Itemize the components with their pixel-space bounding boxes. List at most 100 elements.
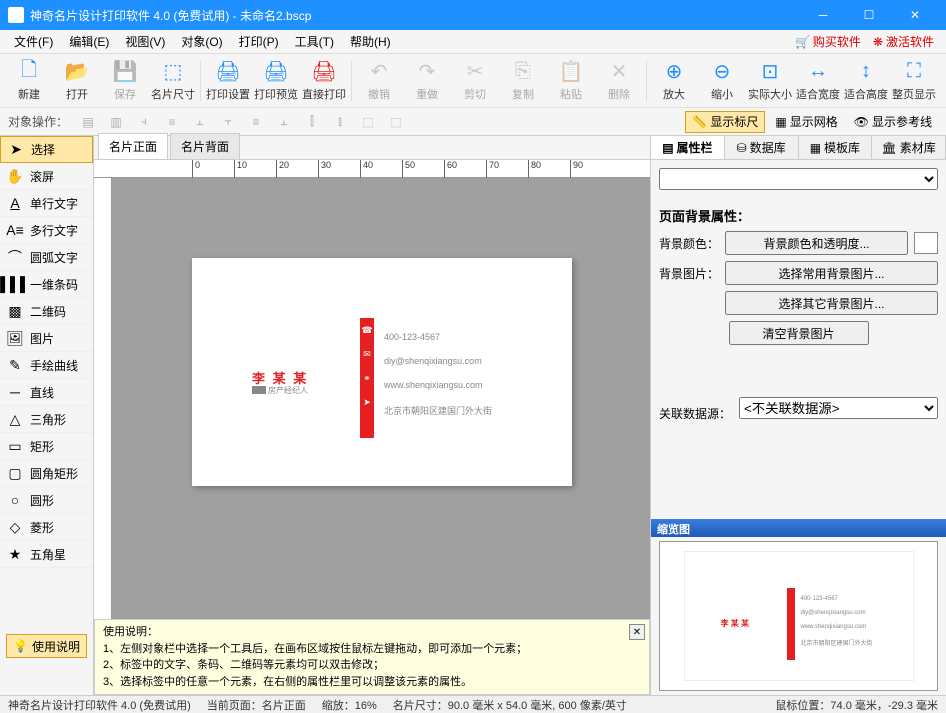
- select-tool[interactable]: ➤选择: [0, 136, 93, 163]
- bgimg-clear-button[interactable]: 清空背景图片: [729, 321, 869, 345]
- zoomin-button[interactable]: ⊕放大: [651, 57, 697, 105]
- redo-icon: ↷: [415, 60, 439, 84]
- roundrect-tool[interactable]: ▢圆角矩形: [0, 460, 93, 487]
- diamond-tool[interactable]: ◇菱形: [0, 514, 93, 541]
- library-icon: 🏛: [882, 141, 897, 155]
- show-ruler-button[interactable]: 📏显示标尺: [685, 111, 765, 133]
- tab-templates[interactable]: ▦模板库: [799, 136, 873, 159]
- barcode-tool[interactable]: ▌▌▌一维条码: [0, 271, 93, 298]
- save-button[interactable]: 💾保存: [102, 57, 148, 105]
- element-select[interactable]: [659, 168, 938, 190]
- right-tabs: ▤属性栏 ⛁数据库 ▦模板库 🏛素材库: [651, 136, 946, 160]
- printsetup-button[interactable]: 🖨打印设置: [205, 57, 251, 105]
- card-email: diy@shenqixiangsu.com: [384, 356, 482, 366]
- buy-software-link[interactable]: 🛒购买软件: [789, 33, 867, 50]
- bring-front-icon[interactable]: ▤: [76, 111, 100, 133]
- help-button[interactable]: 💡使用说明: [6, 634, 87, 658]
- text-tool[interactable]: A单行文字: [0, 190, 93, 217]
- cardsize-button[interactable]: ⬚名片尺寸: [150, 57, 196, 105]
- new-icon: 🗋: [17, 60, 41, 84]
- menu-help[interactable]: 帮助(H): [342, 30, 399, 53]
- align-center-icon[interactable]: ≡: [160, 111, 184, 133]
- delete-button[interactable]: ✕删除: [596, 57, 642, 105]
- star-tool[interactable]: ★五角星: [0, 541, 93, 568]
- redo-button[interactable]: ↷重做: [404, 57, 450, 105]
- canvas-scroll[interactable]: ☎ ✉ ⚭ ➤ 李 某 某 房产经纪人 400-123-4567 diy@she…: [112, 178, 650, 695]
- location-icon: ➤: [360, 390, 374, 414]
- multitext-tool[interactable]: A≡多行文字: [0, 217, 93, 244]
- menu-file[interactable]: 文件(F): [6, 30, 61, 53]
- link-icon: ⚭: [360, 366, 374, 390]
- distribute-h-icon[interactable]: ⫿: [300, 111, 324, 133]
- menu-tool[interactable]: 工具(T): [287, 30, 342, 53]
- group-icon[interactable]: ⬚: [356, 111, 380, 133]
- menu-object[interactable]: 对象(O): [173, 30, 230, 53]
- align-middle-icon[interactable]: ≡: [244, 111, 268, 133]
- align-right-icon[interactable]: ⫠: [188, 111, 212, 133]
- printpreview-button[interactable]: 🖨打印预览: [253, 57, 299, 105]
- bgimg-other-button[interactable]: 选择其它背景图片...: [725, 291, 938, 315]
- align-left-icon[interactable]: ⫞: [132, 111, 156, 133]
- pan-tool[interactable]: ✋滚屏: [0, 163, 93, 190]
- tab-database[interactable]: ⛁数据库: [725, 136, 799, 159]
- cut-button[interactable]: ✂剪切: [452, 57, 498, 105]
- help-line2: 2、标签中的文字、条码、二维码等元素均可以双击修改；: [103, 657, 641, 674]
- menu-print[interactable]: 打印(P): [231, 30, 287, 53]
- rect-tool[interactable]: ▭矩形: [0, 433, 93, 460]
- menu-edit[interactable]: 编辑(E): [61, 30, 117, 53]
- activate-software-link[interactable]: ❋激活软件: [867, 33, 940, 50]
- ungroup-icon[interactable]: ⬚: [384, 111, 408, 133]
- fitall-button[interactable]: ⛶整页显示: [891, 57, 937, 105]
- bgcolor-swatch[interactable]: [914, 232, 938, 254]
- business-card[interactable]: ☎ ✉ ⚭ ➤ 李 某 某 房产经纪人 400-123-4567 diy@she…: [192, 258, 572, 486]
- show-grid-button[interactable]: ▦显示网格: [769, 111, 843, 133]
- close-button[interactable]: ✕: [892, 0, 938, 30]
- minimize-button[interactable]: ─: [800, 0, 846, 30]
- red-bar: ☎ ✉ ⚭ ➤: [360, 318, 374, 438]
- properties-content: 页面背景属性： 背景颜色： 背景颜色和透明度... 背景图片： 选择常用背景图片…: [651, 160, 946, 519]
- new-button[interactable]: 🗋新建: [6, 57, 52, 105]
- datasource-label: 关联数据源：: [659, 405, 733, 422]
- tab-materials[interactable]: 🏛素材库: [872, 136, 946, 159]
- app-icon: [8, 7, 24, 23]
- ruler-icon: 📏: [692, 115, 707, 129]
- bgcolor-button[interactable]: 背景颜色和透明度...: [725, 231, 908, 255]
- ellipse-icon: ○: [6, 491, 24, 509]
- menu-view[interactable]: 视图(V): [117, 30, 173, 53]
- paste-button[interactable]: 📋粘贴: [548, 57, 594, 105]
- star-icon: ★: [6, 545, 24, 563]
- help-close-button[interactable]: ✕: [629, 624, 645, 640]
- zoomout-button[interactable]: ⊖缩小: [699, 57, 745, 105]
- arctext-tool[interactable]: ⌒圆弧文字: [0, 244, 93, 271]
- datasource-select[interactable]: <不关联数据源>: [739, 397, 938, 419]
- bgcolor-label: 背景颜色：: [659, 235, 719, 252]
- undo-button[interactable]: ↶撤销: [356, 57, 402, 105]
- triangle-tool[interactable]: △三角形: [0, 406, 93, 433]
- fitheight-button[interactable]: ↕适合高度: [843, 57, 889, 105]
- actualsize-button[interactable]: ⊡实际大小: [747, 57, 793, 105]
- directprint-button[interactable]: 🖨直接打印: [301, 57, 347, 105]
- qrcode-tool[interactable]: ▩二维码: [0, 298, 93, 325]
- align-top-icon[interactable]: ⫟: [216, 111, 240, 133]
- maximize-button[interactable]: ☐: [846, 0, 892, 30]
- bgimg-common-button[interactable]: 选择常用背景图片...: [725, 261, 938, 285]
- fitwidth-button[interactable]: ↔适合宽度: [795, 57, 841, 105]
- copy-button[interactable]: ⎘复制: [500, 57, 546, 105]
- tab-back[interactable]: 名片背面: [170, 133, 240, 159]
- window-title: 神奇名片设计打印软件 4.0 (免费试用) - 未命名2.bscp: [30, 7, 800, 24]
- open-button[interactable]: 📂打开: [54, 57, 100, 105]
- fitwidth-icon: ↔: [806, 60, 830, 84]
- align-bottom-icon[interactable]: ⫠: [272, 111, 296, 133]
- distribute-v-icon[interactable]: ⫾: [328, 111, 352, 133]
- preview-pane: 李 某 某 400-123-4567 diy@shenqixiangsu.com…: [659, 541, 938, 691]
- line-tool[interactable]: ─直线: [0, 379, 93, 406]
- image-tool[interactable]: 🖼图片: [0, 325, 93, 352]
- send-back-icon[interactable]: ▥: [104, 111, 128, 133]
- vertical-ruler: [94, 178, 112, 695]
- freehand-tool[interactable]: ✎手绘曲线: [0, 352, 93, 379]
- save-icon: 💾: [113, 60, 137, 84]
- show-guide-button[interactable]: 👁显示参考线: [848, 111, 938, 133]
- ellipse-tool[interactable]: ○圆形: [0, 487, 93, 514]
- tab-properties[interactable]: ▤属性栏: [651, 136, 725, 159]
- tab-front[interactable]: 名片正面: [98, 133, 168, 159]
